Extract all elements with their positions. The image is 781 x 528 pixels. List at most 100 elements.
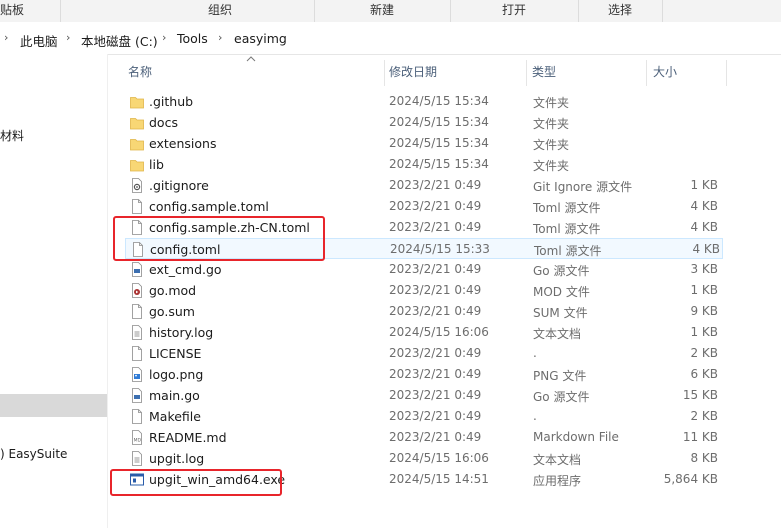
file-type: . [533, 346, 537, 360]
ribbon-group-new[interactable]: 新建 [314, 0, 450, 22]
file-row[interactable]: MD README.md 2023/2/21 0:49 Markdown File 11… [0, 427, 781, 448]
file-type: Toml 源文件 [533, 222, 601, 236]
breadcrumb-this-pc[interactable]: 此电脑 [20, 31, 58, 50]
file-row[interactable]: logo.png 2023/2/21 0:49 PNG 文件 6 KB [0, 364, 781, 385]
column-header-size[interactable]: 大小 [653, 54, 677, 90]
ribbon-group-select[interactable]: 选择 [578, 0, 662, 22]
text-file-icon [130, 325, 144, 340]
file-type: . [533, 409, 537, 423]
file-size: 1 KB [690, 178, 718, 192]
column-header-date[interactable]: 修改日期 [389, 54, 437, 90]
file-type: 文本文档 [533, 327, 582, 341]
file-size: 1 KB [690, 283, 718, 297]
file-row[interactable]: config.sample.toml 2023/2/21 0:49 Toml 源文件… [0, 196, 781, 217]
file-modified-date: 2023/2/21 0:49 [389, 304, 482, 318]
file-name: .gitignore [149, 178, 209, 193]
column-header-row: 名称 修改日期 类型 大小 [108, 54, 781, 90]
file-icon [130, 409, 144, 424]
file-row[interactable]: go.sum 2023/2/21 0:49 SUM 文件 9 KB [0, 301, 781, 322]
column-divider[interactable] [526, 60, 527, 86]
file-name: LICENSE [149, 346, 202, 361]
chevron-right-icon[interactable]: › [218, 31, 222, 44]
file-row[interactable]: go.mod 2023/2/21 0:49 MOD 文件 1 KB [0, 280, 781, 301]
image-file-icon [130, 367, 144, 382]
file-type: Go 源文件 [533, 264, 590, 278]
file-row[interactable]: ext_cmd.go 2023/2/21 0:49 Go 源文件 3 KB [0, 259, 781, 280]
file-modified-date: 2024/5/15 16:06 [389, 325, 489, 339]
ribbon-group-clipboard[interactable]: 贴板 [0, 0, 60, 22]
file-name: config.sample.toml [149, 199, 269, 214]
file-row[interactable]: .gitignore 2023/2/21 0:49 Git Ignore 源文件 1 … [0, 175, 781, 196]
file-icon [130, 346, 144, 361]
file-size: 1 KB [690, 325, 718, 339]
ribbon-group-open[interactable]: 打开 [450, 0, 578, 22]
file-row[interactable]: .github 2024/5/15 15:34 文件夹 [0, 91, 781, 112]
file-modified-date: 2024/5/15 16:06 [389, 451, 489, 465]
ribbon-divider [60, 0, 61, 22]
file-size: 8 KB [690, 451, 718, 465]
column-divider[interactable] [726, 60, 727, 86]
file-modified-date: 2023/2/21 0:49 [389, 430, 482, 444]
file-size: 4 KB [690, 220, 718, 234]
file-row[interactable]: history.log 2024/5/15 16:06 文本文档 1 KB [0, 322, 781, 343]
file-row[interactable]: LICENSE 2023/2/21 0:49. 2 KB [0, 343, 781, 364]
file-name: logo.png [149, 367, 204, 382]
file-size: 4 KB [690, 199, 718, 213]
file-name: ext_cmd.go [149, 262, 222, 277]
markdown-file-icon: MD [130, 430, 144, 445]
file-type: 文件夹 [533, 138, 570, 152]
file-icon [130, 199, 144, 214]
svg-text:MD: MD [134, 438, 142, 444]
file-type: MOD 文件 [533, 285, 590, 299]
file-modified-date: 2023/2/21 0:49 [389, 262, 482, 276]
file-modified-date: 2023/2/21 0:49 [389, 346, 482, 360]
file-type: Git Ignore 源文件 [533, 180, 633, 194]
file-name: Makefile [149, 409, 201, 424]
file-modified-date: 2023/2/21 0:49 [389, 283, 482, 297]
file-modified-date: 2024/5/15 15:34 [389, 94, 489, 108]
chevron-right-icon: › [4, 31, 9, 44]
breadcrumb-local-disk[interactable]: 本地磁盘 (C:) [81, 31, 158, 50]
column-divider[interactable] [384, 60, 385, 86]
address-bar[interactable]: › 此电脑 › 本地磁盘 (C:) › Tools › easyimg [0, 22, 781, 55]
file-size: 5,864 KB [663, 472, 718, 486]
code-file-icon [130, 388, 144, 403]
file-modified-date: 2023/2/21 0:49 [389, 388, 482, 402]
file-type: 文件夹 [533, 117, 570, 131]
ribbon-divider [662, 0, 663, 22]
file-size: 4 KB [692, 242, 720, 256]
file-row[interactable]: extensions 2024/5/15 15:34 文件夹 [0, 133, 781, 154]
file-name: history.log [149, 325, 214, 340]
file-type: 文件夹 [533, 159, 570, 173]
file-type: Go 源文件 [533, 390, 590, 404]
annotation-box [110, 469, 282, 496]
file-modified-date: 2024/5/15 15:34 [389, 136, 489, 150]
breadcrumb-tools[interactable]: Tools [177, 31, 208, 46]
ribbon-group-organize[interactable]: 组织 [120, 0, 320, 22]
file-name: README.md [149, 430, 227, 445]
file-size: 6 KB [690, 367, 718, 381]
file-modified-date: 2024/5/15 15:33 [390, 242, 490, 256]
chevron-right-icon[interactable]: › [66, 31, 70, 44]
file-row[interactable]: main.go 2023/2/21 0:49 Go 源文件 15 KB [0, 385, 781, 406]
file-modified-date: 2024/5/15 15:34 [389, 115, 489, 129]
file-name: go.mod [149, 283, 197, 298]
file-row[interactable]: upgit.log 2024/5/15 16:06 文本文档 8 KB [0, 448, 781, 469]
file-size: 11 KB [682, 430, 718, 444]
file-modified-date: 2024/5/15 14:51 [389, 472, 489, 486]
file-row[interactable]: lib 2024/5/15 15:34 文件夹 [0, 154, 781, 175]
file-row[interactable]: docs 2024/5/15 15:34 文件夹 [0, 112, 781, 133]
file-row[interactable]: Makefile 2023/2/21 0:49. 2 KB [0, 406, 781, 427]
breadcrumb-easyimg[interactable]: easyimg [234, 31, 287, 46]
folder-icon [130, 157, 144, 172]
file-name: upgit.log [149, 451, 205, 466]
file-name: main.go [149, 388, 200, 403]
file-size: 15 KB [682, 388, 718, 402]
column-header-name[interactable]: 名称 [128, 54, 152, 90]
file-type: Toml 源文件 [533, 201, 601, 215]
chevron-right-icon[interactable]: › [162, 31, 166, 44]
file-modified-date: 2023/2/21 0:49 [389, 178, 482, 192]
annotation-box [113, 216, 325, 261]
column-divider[interactable] [646, 60, 647, 86]
column-header-type[interactable]: 类型 [532, 54, 556, 90]
